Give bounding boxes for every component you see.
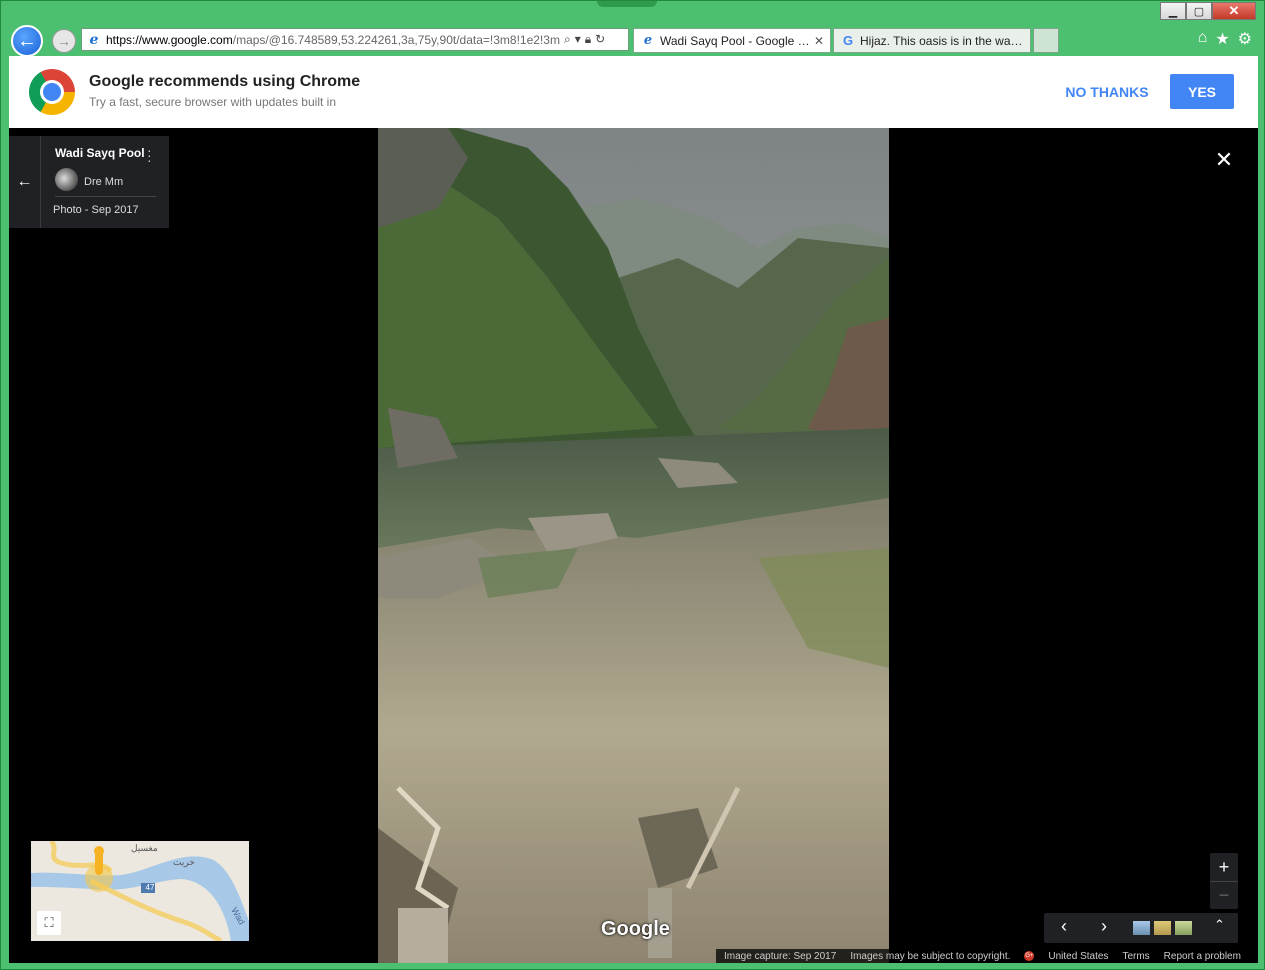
zoom-out-button[interactable]: − xyxy=(1210,881,1238,909)
place-title[interactable]: Wadi Sayq Pool xyxy=(55,146,145,160)
photo-thumbnail[interactable] xyxy=(1175,921,1192,935)
new-tab-button[interactable] xyxy=(1033,28,1059,53)
back-to-map-button[interactable]: ← xyxy=(9,136,41,228)
minimap-graphic xyxy=(31,841,249,941)
fullscreen-button[interactable]: ⛶ xyxy=(37,911,61,935)
card-divider xyxy=(55,196,156,197)
ie-favicon-icon: e xyxy=(643,33,653,48)
image-capture-date: Image capture: Sep 2017 xyxy=(724,950,837,962)
banner-title: Google recommends using Chrome xyxy=(89,73,361,90)
wadi-photo[interactable] xyxy=(378,128,889,963)
ie-favicon-icon: e xyxy=(89,31,99,48)
previous-photo-icon[interactable]: ‹ xyxy=(1054,916,1074,937)
chrome-logo-icon xyxy=(29,69,75,115)
browser-forward-button[interactable]: → xyxy=(52,29,76,53)
back-arrow-icon: ← xyxy=(16,173,33,190)
url-text[interactable]: https://www.google.com/maps/@16.748589,5… xyxy=(106,33,560,47)
expand-up-icon[interactable]: ⌃ xyxy=(1214,917,1225,933)
no-thanks-button[interactable]: NO THANKS xyxy=(1057,78,1157,106)
author-name[interactable]: Dre Mm xyxy=(84,176,123,188)
settings-gear-icon[interactable]: ⚙ xyxy=(1238,29,1252,49)
close-window-button[interactable]: ✕ xyxy=(1212,2,1256,20)
fullscreen-icon: ⛶ xyxy=(44,915,54,930)
author-avatar[interactable] xyxy=(55,168,78,191)
maximize-button[interactable]: ▢ xyxy=(1186,2,1212,20)
zoom-in-button[interactable]: + xyxy=(1210,853,1238,881)
close-viewer-button[interactable]: ✕ xyxy=(1212,147,1236,172)
region-link[interactable]: United States xyxy=(1048,951,1108,962)
lock-icon[interactable]: 🔒︎ xyxy=(585,32,591,47)
more-options-icon[interactable]: · · · xyxy=(147,143,152,167)
tab-close-icon[interactable]: ✕ xyxy=(814,34,824,48)
tab-hijaz[interactable]: G Hijaz. This oasis is in the wadi ... xyxy=(833,28,1031,53)
address-bar[interactable]: e https://www.google.com/maps/@16.748589… xyxy=(81,28,629,51)
favorites-star-icon[interactable]: ★ xyxy=(1215,29,1229,49)
yes-button[interactable]: YES xyxy=(1170,74,1234,109)
google-watermark: Google xyxy=(601,918,670,940)
photo-thumbnail[interactable] xyxy=(1154,921,1171,935)
home-icon[interactable]: ⌂ xyxy=(1198,29,1208,49)
refresh-icon[interactable]: ↻ xyxy=(595,32,605,47)
navigation-bar: ← → e https://www.google.com/maps/@16.74… xyxy=(1,23,1265,57)
photo-date: Photo - Sep 2017 xyxy=(53,204,139,216)
google-favicon-icon: G xyxy=(842,33,854,48)
footer-bar: Image capture: Sep 2017 Images may be su… xyxy=(716,949,1249,963)
chrome-recommendation-banner: Google recommends using Chrome Try a fas… xyxy=(9,56,1258,128)
terms-link[interactable]: Terms xyxy=(1122,951,1149,962)
browser-back-button[interactable]: ← xyxy=(11,25,43,57)
photo-viewer: ← Wadi Sayq Pool · · · Dre Mm Photo - Sep … xyxy=(9,128,1258,963)
back-arrow-icon: ← xyxy=(17,29,37,52)
titlebar-notch xyxy=(597,1,657,7)
photo-info-card: ← Wadi Sayq Pool · · · Dre Mm Photo - Sep … xyxy=(9,136,169,228)
copyright-notice: Images may be subject to copyright. xyxy=(850,950,1011,962)
next-photo-icon[interactable]: › xyxy=(1094,916,1114,937)
browser-window: ▁ ▢ ✕ ← → e https://www.google.com/maps/… xyxy=(0,0,1265,970)
photo-filmstrip: ‹ › ⌃ xyxy=(1044,913,1238,943)
search-icon[interactable]: ⌕ xyxy=(564,32,571,47)
minimap[interactable]: مغسيل خريت 47 Wad ⛶ xyxy=(31,841,249,941)
close-icon: ✕ xyxy=(1214,147,1234,172)
report-problem-link[interactable]: Report a problem xyxy=(1164,951,1241,962)
tab-wadi-sayq[interactable]: e Wadi Sayq Pool - Google M... ✕ xyxy=(633,28,831,53)
google-plus-icon[interactable]: G+ xyxy=(1024,951,1035,961)
forward-arrow-icon: → xyxy=(57,33,71,49)
minimize-button[interactable]: ▁ xyxy=(1160,2,1186,20)
banner-subtitle: Try a fast, secure browser with updates … xyxy=(89,95,336,109)
address-bar-actions: ⌕ ▾ 🔒︎ ↻ xyxy=(564,32,605,47)
dropdown-icon[interactable]: ▾ xyxy=(575,32,581,47)
zoom-control: + − xyxy=(1210,853,1238,909)
window-controls: ▁ ▢ ✕ xyxy=(1160,2,1256,20)
landscape-image xyxy=(378,128,889,963)
browser-tools: ⌂ ★ ⚙ xyxy=(1198,29,1252,49)
photo-thumbnail[interactable] xyxy=(1133,921,1150,935)
